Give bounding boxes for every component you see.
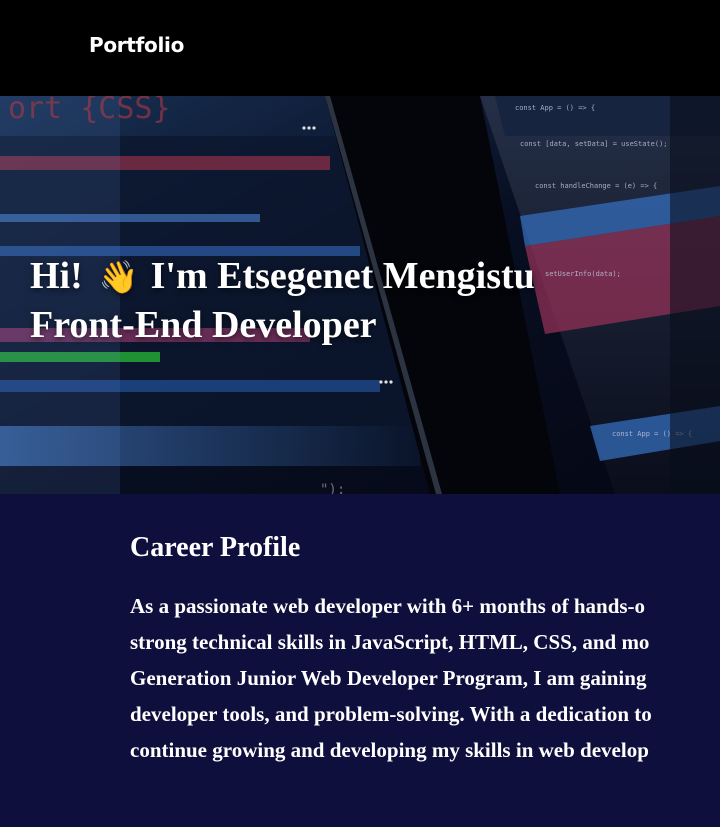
- hero-greeting-line: Hi! 👋 I'm Etsegenet Mengistu: [30, 252, 535, 301]
- profile-line: strong technical skills in JavaScript, H…: [130, 630, 650, 654]
- navbar: Portfolio: [0, 0, 720, 96]
- brand-link[interactable]: Portfolio: [89, 33, 184, 57]
- waving-hand-icon: 👋: [98, 258, 139, 296]
- profile-line: As a passionate web developer with 6+ mo…: [130, 594, 646, 618]
- profile-paragraph: As a passionate web developer with 6+ mo…: [130, 588, 720, 768]
- hero-section: ort {CSS} "); const App = () => { const …: [0, 96, 720, 494]
- profile-line: continue growing and developing my skill…: [130, 738, 649, 762]
- profile-line: developer tools, and problem-solving. Wi…: [130, 702, 652, 726]
- profile-line: Generation Junior Web Developer Program,…: [130, 666, 647, 690]
- career-profile-section: Career Profile As a passionate web devel…: [0, 494, 720, 827]
- name-text: I'm Etsegenet Mengistu: [150, 255, 535, 297]
- section-title: Career Profile: [130, 532, 301, 563]
- role-text: Front-End Developer: [30, 304, 377, 346]
- hero-heading: Hi! 👋 I'm Etsegenet Mengistu Front-End Dev…: [30, 252, 535, 349]
- greeting-text: Hi!: [30, 255, 83, 297]
